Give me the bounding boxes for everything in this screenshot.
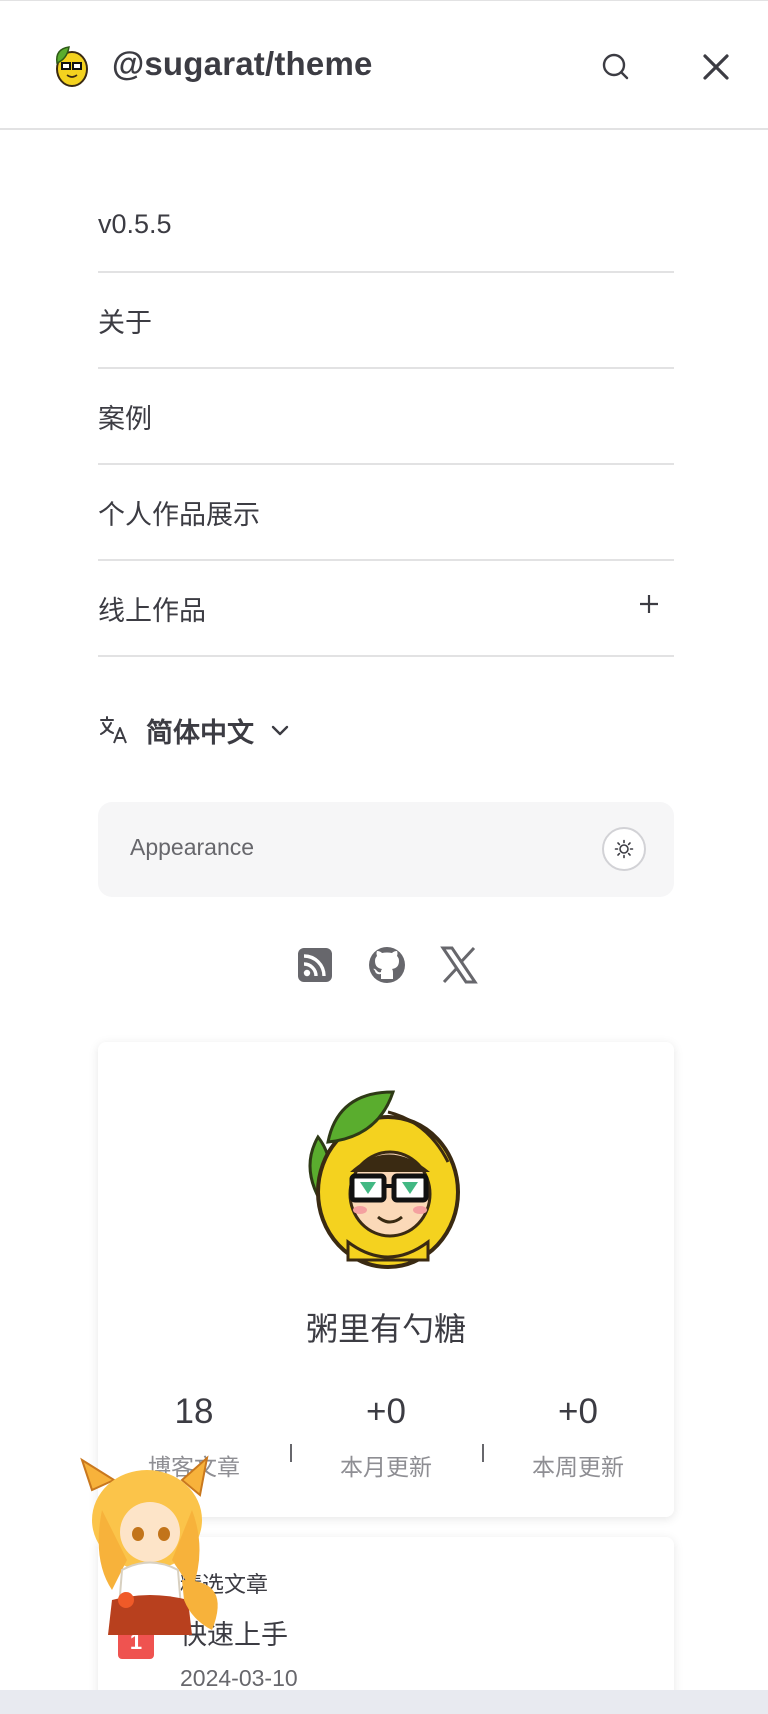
menu-item-label: v0.5.5: [98, 208, 172, 239]
menu-item-cases[interactable]: 案例: [98, 369, 674, 465]
search-icon[interactable]: [596, 47, 636, 87]
menu-item-portfolio[interactable]: 个人作品展示: [98, 465, 674, 561]
top-bar: @sugarat/theme: [0, 0, 768, 130]
author-name: 粥里有勺糖: [305, 1311, 466, 1347]
menu-item-label: 个人作品展示: [98, 499, 260, 530]
appearance-panel: Appearance: [98, 802, 674, 897]
chevron-down-icon: [271, 725, 289, 736]
menu-item-label: 案例: [98, 403, 152, 434]
stat-value: 18: [174, 1392, 214, 1431]
language-label: 简体中文: [146, 717, 254, 748]
translate-icon: [100, 716, 127, 744]
menu-item-label: 线上作品: [98, 595, 206, 626]
stat-label: 本周更新: [532, 1454, 624, 1480]
close-icon[interactable]: [696, 47, 736, 87]
post-date: 2024-03-10: [180, 1665, 298, 1691]
appearance-label: Appearance: [130, 834, 255, 860]
github-icon[interactable]: [366, 944, 408, 986]
avatar: [308, 1090, 460, 1269]
social-links: [294, 944, 480, 986]
stat-month[interactable]: +0 本月更新: [290, 1392, 482, 1482]
plus-icon[interactable]: [634, 589, 664, 619]
menu-item-label: 关于: [98, 307, 152, 338]
stat-value: +0: [558, 1392, 598, 1431]
mascot-widget[interactable]: [72, 1450, 232, 1640]
stat-label: 本月更新: [340, 1454, 432, 1480]
language-selector[interactable]: 简体中文: [98, 705, 292, 755]
sun-icon: [614, 839, 634, 859]
rss-icon[interactable]: [294, 944, 336, 986]
site-title[interactable]: @sugarat/theme: [112, 45, 373, 83]
menu-item-online-works[interactable]: 线上作品: [98, 561, 674, 657]
bottom-bar: [0, 1690, 768, 1714]
stat-week[interactable]: +0 本周更新: [482, 1392, 674, 1482]
logo[interactable]: [47, 41, 95, 89]
menu-item-version[interactable]: v0.5.5: [98, 177, 674, 273]
theme-toggle[interactable]: [602, 827, 646, 871]
x-icon[interactable]: [438, 944, 480, 986]
stat-value: +0: [366, 1392, 406, 1431]
nav-menu: v0.5.5 关于 案例 个人作品展示 线上作品: [98, 177, 674, 657]
profile-card: 粥里有勺糖 18 博客文章 +0 本月更新 +0 本周更新: [98, 1042, 674, 1517]
menu-item-about[interactable]: 关于: [98, 273, 674, 369]
